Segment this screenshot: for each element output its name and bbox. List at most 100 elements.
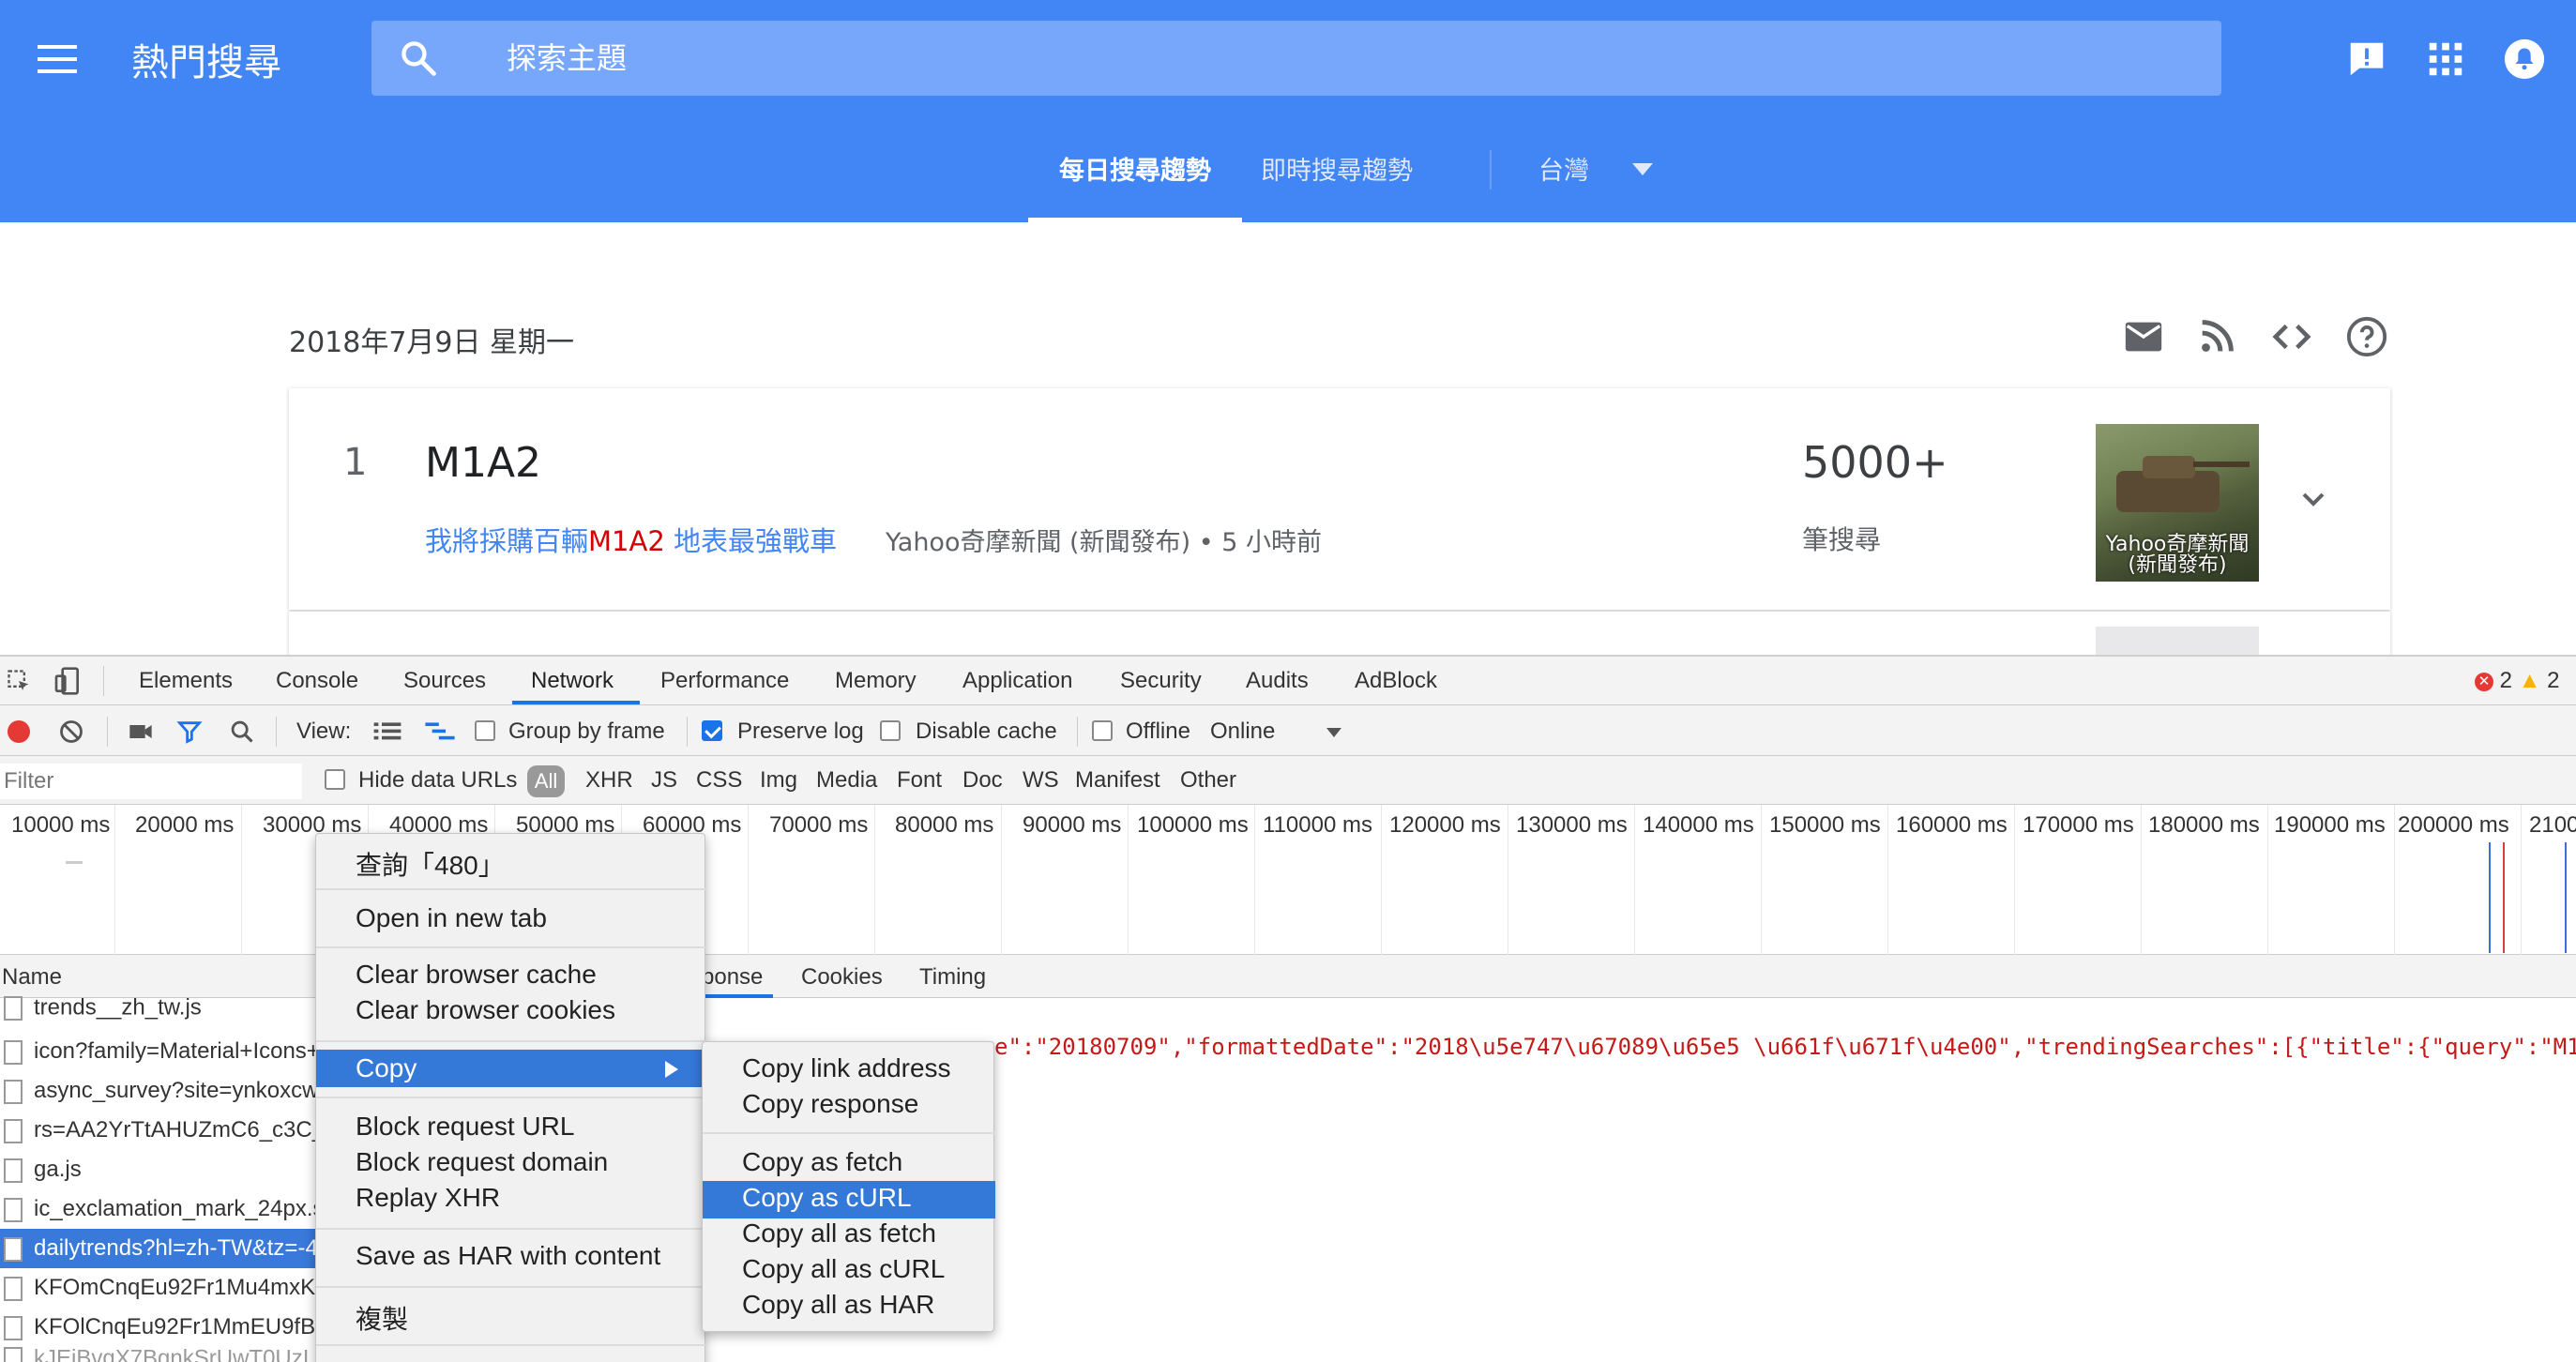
- request-name: trends__zh_tw.js: [34, 996, 202, 1021]
- request-row[interactable]: icon?family=Material+Icons+: [0, 1032, 319, 1071]
- screenshot-camera-icon[interactable]: [126, 719, 156, 745]
- response-body[interactable]: e":"20180709","formattedDate":"2018\u5e7…: [994, 1034, 2576, 1060]
- embed-code-icon[interactable]: [2270, 315, 2313, 358]
- region-select[interactable]: 台灣: [1538, 150, 1589, 187]
- timeline-tick: 120000 ms: [1389, 812, 1501, 838]
- request-row[interactable]: KFOlCnqEu92Fr1MmEU9fB: [0, 1308, 319, 1347]
- filter-type-all[interactable]: All: [527, 765, 565, 797]
- help-icon[interactable]: [2345, 315, 2388, 358]
- menu-item-clear-cookies[interactable]: Clear browser cookies: [356, 995, 615, 1025]
- clear-icon[interactable]: [58, 719, 84, 745]
- timeline-tick: 2100: [2529, 812, 2576, 838]
- tab-application[interactable]: Application: [962, 668, 1072, 694]
- filter-type-js[interactable]: JS: [651, 767, 677, 794]
- timeline-tick: 20000 ms: [135, 812, 235, 838]
- group-by-frame-label: Group by frame: [508, 719, 665, 744]
- menu-item-open-new-tab[interactable]: Open in new tab: [356, 903, 547, 933]
- tab-adblock[interactable]: AdBlock: [1355, 668, 1437, 694]
- inspect-element-icon[interactable]: [6, 668, 32, 694]
- trend-article-link[interactable]: 我將採購百輛M1A2 地表最強戰車: [425, 520, 837, 559]
- hamburger-menu-icon[interactable]: [38, 45, 77, 73]
- filter-type-xhr[interactable]: XHR: [585, 767, 633, 794]
- tab-timing[interactable]: Timing: [919, 964, 986, 991]
- menu-item-copy-all-as-curl[interactable]: Copy all as cURL: [742, 1254, 945, 1284]
- menu-item-copy-as-fetch[interactable]: Copy as fetch: [742, 1147, 902, 1177]
- request-row[interactable]: async_survey?site=ynkoxcw: [0, 1071, 319, 1111]
- offline-checkbox[interactable]: [1092, 720, 1113, 741]
- large-rows-icon[interactable]: [373, 720, 402, 743]
- search-input[interactable]: [507, 21, 2101, 96]
- menu-item-copy-response[interactable]: Copy response: [742, 1089, 918, 1119]
- tab-audits[interactable]: Audits: [1246, 668, 1309, 694]
- tab-response[interactable]: ponse: [702, 964, 763, 991]
- request-row-selected[interactable]: dailytrends?hl=zh-TW&tz=-4: [0, 1229, 319, 1268]
- apps-grid-icon[interactable]: [2424, 38, 2467, 81]
- tab-network[interactable]: Network: [531, 668, 614, 694]
- request-row[interactable]: KFOmCnqEu92Fr1Mu4mxK: [0, 1268, 319, 1308]
- name-column-header[interactable]: Name: [2, 964, 62, 991]
- tab-cookies[interactable]: Cookies: [801, 964, 883, 991]
- menu-item-search-query[interactable]: 查詢「480」: [356, 845, 505, 883]
- menu-item-copy-zh[interactable]: 複製: [356, 1299, 408, 1337]
- request-row[interactable]: kJEjBvgX7BgnkSrUwT0UzI: [0, 1347, 319, 1362]
- menu-item-copy-all-as-har[interactable]: Copy all as HAR: [742, 1290, 934, 1320]
- filter-type-ws[interactable]: WS: [1023, 767, 1059, 794]
- request-row[interactable]: rs=AA2YrTtAHUZmC6_c3C_: [0, 1111, 319, 1150]
- filter-type-media[interactable]: Media: [816, 767, 877, 794]
- device-toolbar-icon[interactable]: [53, 666, 83, 696]
- filter-type-doc[interactable]: Doc: [962, 767, 1003, 794]
- expand-chevron-icon[interactable]: [2295, 480, 2332, 518]
- menu-item-clear-cache[interactable]: Clear browser cache: [356, 960, 597, 990]
- menu-item-copy-all-as-fetch[interactable]: Copy all as fetch: [742, 1218, 936, 1248]
- tab-memory[interactable]: Memory: [835, 668, 917, 694]
- notifications-bell-icon[interactable]: [2503, 38, 2546, 81]
- trend-title[interactable]: M1A2: [425, 439, 541, 487]
- filter-input[interactable]: [0, 764, 302, 799]
- tab-console[interactable]: Console: [276, 668, 358, 694]
- search-box[interactable]: [371, 21, 2221, 96]
- tab-security[interactable]: Security: [1120, 668, 1202, 694]
- filter-type-font[interactable]: Font: [897, 767, 942, 794]
- request-name: icon?family=Material+Icons+: [34, 1038, 319, 1064]
- filter-type-css[interactable]: CSS: [696, 767, 742, 794]
- tab-elements[interactable]: Elements: [139, 668, 233, 694]
- menu-item-save-har[interactable]: Save as HAR with content: [356, 1241, 660, 1271]
- error-warning-counter[interactable]: ✕ 2 ▲ 2: [2475, 668, 2560, 694]
- menu-item-block-url[interactable]: Block request URL: [356, 1112, 574, 1142]
- disable-cache-checkbox[interactable]: [880, 720, 901, 741]
- preserve-log-checkbox[interactable]: [702, 720, 722, 741]
- throttling-caret-icon[interactable]: [1326, 728, 1341, 737]
- throttling-select[interactable]: Online: [1210, 719, 1275, 745]
- menu-item-copy-as-curl[interactable]: Copy as cURL: [742, 1183, 912, 1213]
- browser-viewport: 熱門搜尋 每日搜尋趨勢 即時搜尋趨勢 台灣 2018年7月9日 星期一 1 M1…: [0, 0, 2576, 1362]
- trend-card[interactable]: 1 M1A2 我將採購百輛M1A2 地表最強戰車 Yahoo奇摩新聞 (新聞發布…: [289, 388, 2390, 610]
- request-row[interactable]: ga.js: [0, 1150, 319, 1189]
- hide-data-urls-checkbox[interactable]: [325, 769, 345, 790]
- search-icon[interactable]: [229, 719, 255, 745]
- filter-type-img[interactable]: Img: [760, 767, 797, 794]
- waterfall-view-icon[interactable]: [424, 720, 456, 743]
- tab-realtime-trends[interactable]: 即時搜尋趨勢: [1261, 150, 1413, 187]
- menu-item-copy[interactable]: Copy: [356, 1053, 417, 1083]
- rss-feed-icon[interactable]: [2195, 315, 2238, 358]
- email-icon[interactable]: [2122, 315, 2165, 358]
- record-icon[interactable]: [8, 720, 30, 743]
- timeline-tick: 130000 ms: [1516, 812, 1628, 838]
- menu-item-copy-link-address[interactable]: Copy link address: [742, 1053, 951, 1083]
- filter-type-other[interactable]: Other: [1180, 767, 1236, 794]
- filter-type-manifest[interactable]: Manifest: [1075, 767, 1160, 794]
- tab-sources[interactable]: Sources: [403, 668, 486, 694]
- request-row[interactable]: ic_exclamation_mark_24px.s: [0, 1189, 319, 1229]
- filter-funnel-icon[interactable]: [176, 719, 203, 745]
- menu-item-replay-xhr[interactable]: Replay XHR: [356, 1183, 500, 1213]
- feedback-icon[interactable]: [2345, 38, 2388, 81]
- trend-thumbnail[interactable]: Yahoo奇摩新聞 (新聞發布): [2096, 424, 2259, 582]
- menu-item-block-domain[interactable]: Block request domain: [356, 1147, 608, 1177]
- tab-performance[interactable]: Performance: [660, 668, 789, 694]
- group-by-frame-checkbox[interactable]: [475, 720, 495, 741]
- tab-daily-trends[interactable]: 每日搜尋趨勢: [1032, 150, 1238, 187]
- search-icon[interactable]: [398, 38, 439, 79]
- file-icon: [4, 1315, 23, 1340]
- request-row[interactable]: trends__zh_tw.js: [0, 996, 319, 1022]
- dropdown-caret-icon[interactable]: [1632, 163, 1653, 175]
